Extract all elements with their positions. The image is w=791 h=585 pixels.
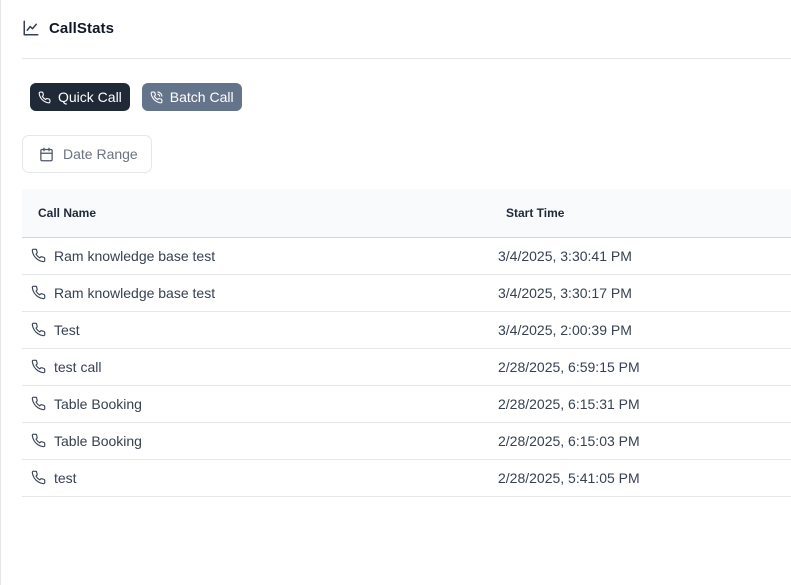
date-range-label: Date Range (63, 146, 138, 162)
call-name-cell: Table Booking (54, 396, 142, 412)
table-row[interactable]: Test 3/4/2025, 2:00:39 PM (22, 312, 791, 349)
table-body: Ram knowledge base test 3/4/2025, 3:30:4… (22, 238, 791, 497)
start-time-cell: 3/4/2025, 3:30:41 PM (498, 248, 632, 264)
start-time-cell: 2/28/2025, 5:41:05 PM (498, 470, 640, 486)
phone-icon (31, 396, 46, 411)
phone-icon (31, 248, 46, 263)
call-name-cell: Table Booking (54, 433, 142, 449)
app-header: CallStats (22, 19, 114, 37)
phone-icon (31, 433, 46, 448)
phone-icon (31, 285, 46, 300)
start-time-cell: 3/4/2025, 3:30:17 PM (498, 285, 632, 301)
start-time-cell: 2/28/2025, 6:15:31 PM (498, 396, 640, 412)
phone-icon (38, 91, 51, 103)
start-time-cell: 3/4/2025, 2:00:39 PM (498, 322, 632, 338)
quick-call-button[interactable]: Quick Call (30, 83, 130, 111)
app-title: CallStats (49, 19, 115, 37)
phone-icon (31, 470, 46, 485)
call-actions: Quick Call Batch Call (30, 83, 242, 111)
batch-call-button[interactable]: Batch Call (141, 83, 242, 111)
phone-icon (31, 359, 46, 374)
calls-table: Call Name Start Time Ram knowledge base … (22, 189, 791, 497)
calendar-icon (40, 147, 53, 161)
call-name-cell: Ram knowledge base test (54, 248, 216, 264)
line-chart-icon (23, 20, 39, 36)
batch-call-label: Batch Call (169, 89, 234, 105)
table-row[interactable]: Ram knowledge base test 3/4/2025, 3:30:1… (22, 275, 791, 312)
table-row[interactable]: test call 2/28/2025, 6:59:15 PM (22, 349, 791, 386)
table-row[interactable]: Ram knowledge base test 3/4/2025, 3:30:4… (22, 238, 791, 275)
phone-icon (31, 322, 46, 337)
call-name-cell: test (54, 470, 77, 486)
table-row[interactable]: Table Booking 2/28/2025, 6:15:03 PM (22, 423, 791, 460)
call-name-cell: Ram knowledge base test (54, 285, 216, 301)
call-name-cell: Test (54, 322, 80, 338)
table-header: Call Name Start Time (22, 189, 791, 238)
column-header-call-name[interactable]: Call Name (38, 206, 96, 220)
start-time-cell: 2/28/2025, 6:15:03 PM (498, 433, 640, 449)
call-name-cell: test call (54, 359, 102, 375)
phone-call-icon (150, 91, 163, 103)
column-header-start-time[interactable]: Start Time (506, 206, 564, 220)
quick-call-label: Quick Call (58, 89, 122, 105)
app-page: CallStats Quick Call Batch Call Date Ran… (0, 0, 791, 585)
start-time-cell: 2/28/2025, 6:59:15 PM (498, 359, 640, 375)
table-row[interactable]: test 2/28/2025, 5:41:05 PM (22, 460, 791, 497)
date-range-button[interactable]: Date Range (22, 135, 152, 173)
table-row[interactable]: Table Booking 2/28/2025, 6:15:31 PM (22, 386, 791, 423)
header-divider (22, 58, 791, 59)
